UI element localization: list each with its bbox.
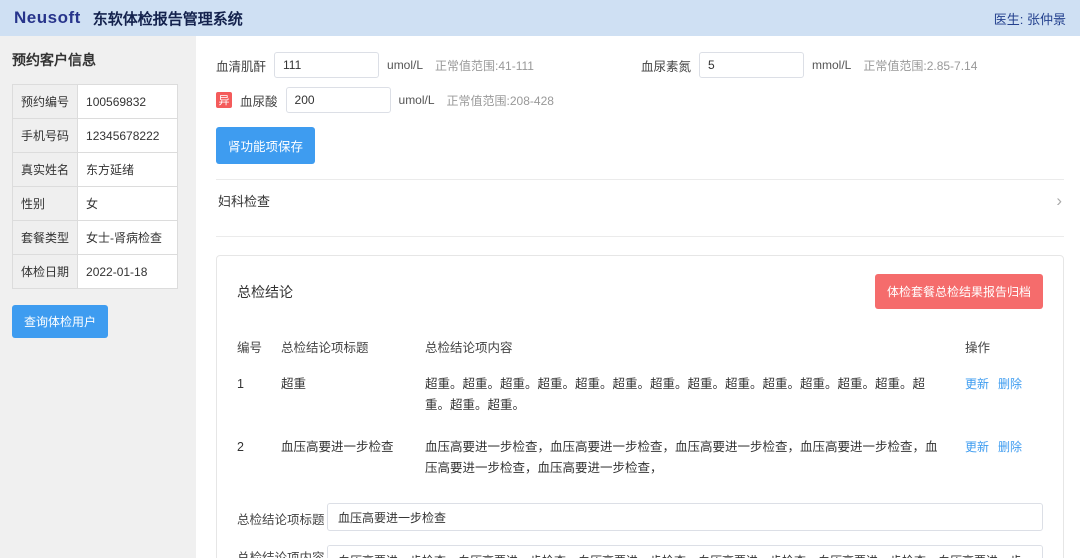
delete-link[interactable]: 删除	[998, 377, 1022, 391]
renal-field-row-2: 异 血尿酸 umol/L 正常值范围:208-428	[216, 87, 1064, 113]
field-label: 套餐类型	[13, 221, 78, 255]
query-user-button[interactable]: 查询体检用户	[12, 305, 108, 338]
conclusion-table-header-row: 编号 总检结论项标题 总检结论项内容 操作	[237, 329, 1043, 364]
row-operations: 更新删除	[965, 364, 1043, 427]
row-content: 血压高要进一步检查，血压高要进一步检查，血压高要进一步检查，血压高要进一步检查，…	[425, 427, 965, 490]
delete-link[interactable]: 删除	[998, 440, 1022, 454]
chevron-right-icon: ›	[1056, 192, 1062, 209]
field-value: 100569832	[78, 85, 178, 119]
info-row-phone: 手机号码 12345678222	[13, 119, 178, 153]
blood-uric-acid-input[interactable]	[286, 87, 391, 113]
customer-info-table: 预约编号 100569832 手机号码 12345678222 真实姓名 东方延…	[12, 84, 178, 289]
header-content: 总检结论项内容	[425, 329, 965, 364]
blood-urea-nitrogen-field: 血尿素氮 mmol/L 正常值范围:2.85-7.14	[641, 52, 977, 78]
header: Neusoft 东软体检报告管理系统 医生: 张仲景	[0, 0, 1080, 36]
renal-save-button[interactable]: 肾功能项保存	[216, 127, 315, 164]
renal-field-row-1: 血清肌酐 umol/L 正常值范围:41-111 血尿素氮 mmol/L 正常值…	[216, 52, 1064, 78]
serum-creatinine-range: 正常值范围:41-111	[435, 57, 534, 74]
conclusion-content-label: 总检结论项内容	[237, 545, 327, 558]
update-link[interactable]: 更新	[965, 377, 989, 391]
main-content: 血清肌酐 umol/L 正常值范围:41-111 血尿素氮 mmol/L 正常值…	[196, 36, 1080, 558]
row-title: 超重	[281, 364, 425, 427]
row-title: 血压高要进一步检查	[281, 427, 425, 490]
field-value: 女士-肾病检查	[78, 221, 178, 255]
divider	[216, 236, 1064, 237]
conclusion-title: 总检结论	[237, 282, 293, 302]
archive-report-button[interactable]: 体检套餐总检结果报告归档	[875, 274, 1043, 309]
blood-uric-acid-field: 异 血尿酸 umol/L 正常值范围:208-428	[216, 87, 554, 113]
conclusion-row: 2 血压高要进一步检查 血压高要进一步检查，血压高要进一步检查，血压高要进一步检…	[237, 427, 1043, 490]
row-id: 1	[237, 364, 281, 427]
blood-urea-nitrogen-range: 正常值范围:2.85-7.14	[863, 57, 977, 74]
serum-creatinine-label: 血清肌酐	[216, 56, 266, 75]
info-row-booking-no: 预约编号 100569832	[13, 85, 178, 119]
field-value: 2022-01-18	[78, 255, 178, 289]
conclusion-title-form-row: 总检结论项标题	[237, 503, 1043, 531]
neusoft-logo: Neusoft	[14, 8, 81, 28]
serum-creatinine-field: 血清肌酐 umol/L 正常值范围:41-111	[216, 52, 641, 78]
row-id: 2	[237, 427, 281, 490]
header-operation: 操作	[965, 329, 1043, 364]
blood-urea-nitrogen-label: 血尿素氮	[641, 56, 691, 75]
abnormal-badge: 异	[216, 92, 232, 108]
sidebar-title: 预约客户信息	[12, 50, 184, 70]
blood-uric-acid-range: 正常值范围:208-428	[447, 92, 554, 109]
header-id: 编号	[237, 329, 281, 364]
gynecology-section-header[interactable]: 妇科检查 ›	[216, 180, 1064, 221]
row-content: 超重。超重。超重。超重。超重。超重。超重。超重。超重。超重。超重。超重。超重。超…	[425, 364, 965, 427]
header-title: 总检结论项标题	[281, 329, 425, 364]
conclusion-card: 总检结论 体检套餐总检结果报告归档 编号 总检结论项标题 总检结论项内容 操作	[216, 255, 1064, 558]
field-label: 体检日期	[13, 255, 78, 289]
field-label: 预约编号	[13, 85, 78, 119]
field-label: 真实姓名	[13, 153, 78, 187]
update-link[interactable]: 更新	[965, 440, 989, 454]
serum-creatinine-unit: umol/L	[387, 58, 423, 72]
blood-uric-acid-label: 血尿酸	[240, 91, 278, 110]
conclusion-content-textarea[interactable]: 血压高要进一步检查，血压高要进一步检查，血压高要进一步检查，血压高要进一步检查，…	[327, 545, 1043, 558]
conclusion-title-label: 总检结论项标题	[237, 507, 327, 528]
field-value: 东方延绪	[78, 153, 178, 187]
conclusion-content-form-row: 总检结论项内容 血压高要进一步检查，血压高要进一步检查，血压高要进一步检查，血压…	[237, 545, 1043, 558]
serum-creatinine-input[interactable]	[274, 52, 379, 78]
sidebar: 预约客户信息 预约编号 100569832 手机号码 12345678222 真…	[0, 36, 196, 558]
field-value: 12345678222	[78, 119, 178, 153]
field-label: 性别	[13, 187, 78, 221]
blood-urea-nitrogen-input[interactable]	[699, 52, 804, 78]
info-row-real-name: 真实姓名 东方延绪	[13, 153, 178, 187]
body-wrap: 预约客户信息 预约编号 100569832 手机号码 12345678222 真…	[0, 36, 1080, 558]
field-label: 手机号码	[13, 119, 78, 153]
blood-urea-nitrogen-unit: mmol/L	[812, 58, 851, 72]
conclusion-row: 1 超重 超重。超重。超重。超重。超重。超重。超重。超重。超重。超重。超重。超重…	[237, 364, 1043, 427]
info-row-package-type: 套餐类型 女士-肾病检查	[13, 221, 178, 255]
conclusion-title-input[interactable]	[327, 503, 1043, 531]
row-operations: 更新删除	[965, 427, 1043, 490]
doctor-label: 医生: 张仲景	[994, 9, 1066, 28]
app-root: Neusoft 东软体检报告管理系统 医生: 张仲景 预约客户信息 预约编号 1…	[0, 0, 1080, 558]
info-row-exam-date: 体检日期 2022-01-18	[13, 255, 178, 289]
conclusion-card-header: 总检结论 体检套餐总检结果报告归档	[237, 274, 1043, 309]
conclusion-table: 编号 总检结论项标题 总检结论项内容 操作 1 超重 超重。超重。超重。超重。超…	[237, 329, 1043, 489]
gynecology-title: 妇科检查	[218, 191, 270, 210]
app-title: 东软体检报告管理系统	[93, 8, 243, 29]
renal-function-section: 血清肌酐 umol/L 正常值范围:41-111 血尿素氮 mmol/L 正常值…	[216, 52, 1064, 164]
info-row-gender: 性别 女	[13, 187, 178, 221]
blood-uric-acid-unit: umol/L	[399, 93, 435, 107]
field-value: 女	[78, 187, 178, 221]
